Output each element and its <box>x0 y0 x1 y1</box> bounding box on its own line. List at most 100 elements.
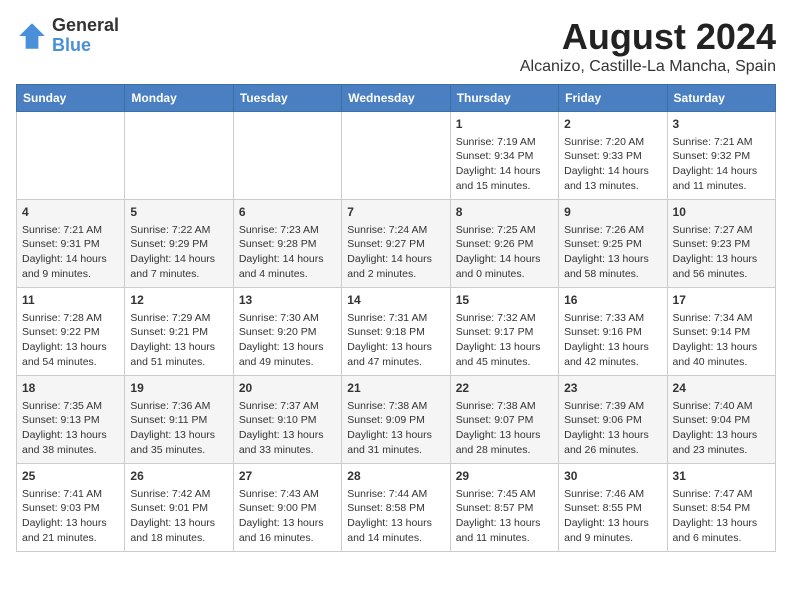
header-day-saturday: Saturday <box>667 85 775 112</box>
day-number: 5 <box>130 204 227 221</box>
calendar-body: 1Sunrise: 7:19 AMSunset: 9:34 PMDaylight… <box>17 112 776 552</box>
day-info: Sunset: 9:09 PM <box>347 413 444 428</box>
day-number: 30 <box>564 468 661 485</box>
day-info: Sunset: 9:11 PM <box>130 413 227 428</box>
day-info: and 33 minutes. <box>239 443 336 458</box>
calendar-cell: 7Sunrise: 7:24 AMSunset: 9:27 PMDaylight… <box>342 200 450 288</box>
calendar-cell: 26Sunrise: 7:42 AMSunset: 9:01 PMDayligh… <box>125 464 233 552</box>
day-info: and 47 minutes. <box>347 355 444 370</box>
header-day-friday: Friday <box>559 85 667 112</box>
calendar-header: SundayMondayTuesdayWednesdayThursdayFrid… <box>17 85 776 112</box>
day-info: Sunset: 9:22 PM <box>22 325 119 340</box>
calendar-cell: 18Sunrise: 7:35 AMSunset: 9:13 PMDayligh… <box>17 376 125 464</box>
day-info: and 9 minutes. <box>564 531 661 546</box>
day-info: and 58 minutes. <box>564 267 661 282</box>
day-info: and 2 minutes. <box>347 267 444 282</box>
day-info: Daylight: 13 hours <box>239 340 336 355</box>
day-info: Sunrise: 7:43 AM <box>239 487 336 502</box>
day-info: and 31 minutes. <box>347 443 444 458</box>
day-info: Sunset: 9:28 PM <box>239 237 336 252</box>
day-info: Sunrise: 7:31 AM <box>347 311 444 326</box>
day-info: Daylight: 13 hours <box>673 340 770 355</box>
calendar-cell <box>342 112 450 200</box>
day-info: Sunrise: 7:41 AM <box>22 487 119 502</box>
calendar-cell: 20Sunrise: 7:37 AMSunset: 9:10 PMDayligh… <box>233 376 341 464</box>
day-info: and 6 minutes. <box>673 531 770 546</box>
day-info: Sunrise: 7:44 AM <box>347 487 444 502</box>
day-number: 24 <box>673 380 770 397</box>
day-info: Daylight: 13 hours <box>347 340 444 355</box>
day-info: and 13 minutes. <box>564 179 661 194</box>
day-info: Sunset: 9:32 PM <box>673 149 770 164</box>
day-info: Daylight: 13 hours <box>239 428 336 443</box>
day-number: 28 <box>347 468 444 485</box>
day-number: 4 <box>22 204 119 221</box>
day-info: Sunrise: 7:22 AM <box>130 223 227 238</box>
day-info: and 40 minutes. <box>673 355 770 370</box>
logo-blue-text: Blue <box>52 36 119 56</box>
day-number: 11 <box>22 292 119 309</box>
day-number: 10 <box>673 204 770 221</box>
calendar-week-0: 1Sunrise: 7:19 AMSunset: 9:34 PMDaylight… <box>17 112 776 200</box>
day-info: Daylight: 13 hours <box>22 340 119 355</box>
day-info: Sunset: 9:25 PM <box>564 237 661 252</box>
day-number: 29 <box>456 468 553 485</box>
calendar-cell: 21Sunrise: 7:38 AMSunset: 9:09 PMDayligh… <box>342 376 450 464</box>
logo-text: General Blue <box>52 16 119 56</box>
day-info: and 54 minutes. <box>22 355 119 370</box>
header-day-thursday: Thursday <box>450 85 558 112</box>
day-info: Sunset: 9:04 PM <box>673 413 770 428</box>
day-info: and 21 minutes. <box>22 531 119 546</box>
day-number: 13 <box>239 292 336 309</box>
day-info: Daylight: 14 hours <box>673 164 770 179</box>
day-info: Daylight: 14 hours <box>22 252 119 267</box>
calendar-table: SundayMondayTuesdayWednesdayThursdayFrid… <box>16 84 776 552</box>
day-info: Sunrise: 7:25 AM <box>456 223 553 238</box>
day-info: and 38 minutes. <box>22 443 119 458</box>
day-number: 12 <box>130 292 227 309</box>
day-info: Daylight: 14 hours <box>239 252 336 267</box>
day-info: Daylight: 13 hours <box>564 340 661 355</box>
calendar-cell: 8 Sunrise: 7:25 AMSunset: 9:26 PMDaylight… <box>450 200 558 288</box>
day-info: and 26 minutes. <box>564 443 661 458</box>
day-info: Sunset: 9:17 PM <box>456 325 553 340</box>
calendar-cell: 2Sunrise: 7:20 AMSunset: 9:33 PMDaylight… <box>559 112 667 200</box>
day-info: and 35 minutes. <box>130 443 227 458</box>
day-info: Sunset: 9:34 PM <box>456 149 553 164</box>
day-info: Sunset: 9:21 PM <box>130 325 227 340</box>
logo-general-text: General <box>52 16 119 36</box>
day-info: Daylight: 13 hours <box>673 428 770 443</box>
day-info: Sunset: 9:26 PM <box>456 237 553 252</box>
day-info: Sunrise: 7:38 AM <box>456 399 553 414</box>
day-info: Sunrise: 7:33 AM <box>564 311 661 326</box>
day-number: 8 <box>456 204 553 221</box>
page-header: General Blue August 2024 Alcanizo, Casti… <box>16 16 776 76</box>
day-info: Sunrise: 7:21 AM <box>673 135 770 150</box>
day-info: Daylight: 13 hours <box>673 252 770 267</box>
day-info: Sunrise: 7:20 AM <box>564 135 661 150</box>
day-info: and 23 minutes. <box>673 443 770 458</box>
day-number: 26 <box>130 468 227 485</box>
day-info: Sunset: 8:54 PM <box>673 501 770 516</box>
header-day-wednesday: Wednesday <box>342 85 450 112</box>
day-info: Daylight: 14 hours <box>456 252 553 267</box>
day-info: Sunrise: 7:38 AM <box>347 399 444 414</box>
calendar-cell: 9Sunrise: 7:26 AMSunset: 9:25 PMDaylight… <box>559 200 667 288</box>
day-info: Daylight: 13 hours <box>22 428 119 443</box>
day-info: Daylight: 13 hours <box>456 516 553 531</box>
calendar-week-2: 11Sunrise: 7:28 AMSunset: 9:22 PMDayligh… <box>17 288 776 376</box>
day-info: Sunset: 8:55 PM <box>564 501 661 516</box>
day-number: 16 <box>564 292 661 309</box>
day-number: 2 <box>564 116 661 133</box>
day-info: and 51 minutes. <box>130 355 227 370</box>
day-info: Sunset: 9:23 PM <box>673 237 770 252</box>
day-info: Daylight: 13 hours <box>456 340 553 355</box>
calendar-cell: 22Sunrise: 7:38 AMSunset: 9:07 PMDayligh… <box>450 376 558 464</box>
day-info: Daylight: 14 hours <box>347 252 444 267</box>
day-info: Sunset: 9:33 PM <box>564 149 661 164</box>
calendar-cell <box>125 112 233 200</box>
day-info: and 7 minutes. <box>130 267 227 282</box>
day-info: Sunrise: 7:47 AM <box>673 487 770 502</box>
day-info: and 45 minutes. <box>456 355 553 370</box>
calendar-cell <box>233 112 341 200</box>
